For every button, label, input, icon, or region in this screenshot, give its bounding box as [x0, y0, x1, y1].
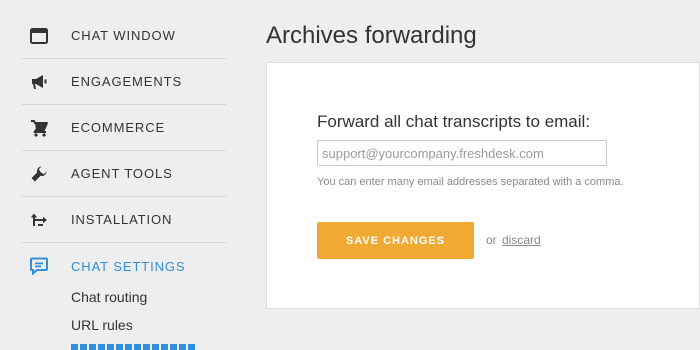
sidebar-item-label: AGENT TOOLS: [71, 166, 173, 181]
sidebar-item-installation[interactable]: INSTALLATION: [22, 197, 226, 243]
sidebar-item-label: ECOMMERCE: [71, 120, 166, 135]
sidebar-item-label: INSTALLATION: [71, 212, 173, 227]
megaphone-icon: [28, 71, 50, 93]
forward-email-label: Forward all chat transcripts to email:: [317, 112, 591, 131]
shopping-cart-icon: [28, 117, 50, 139]
archives-forwarding-card: Forward all chat transcripts to email: Y…: [266, 62, 700, 309]
sidebar: CHAT WINDOW ENGAGEMENTS ECOMMERCE AGENT …: [0, 0, 226, 350]
sidebar-item-label: CHAT WINDOW: [71, 28, 176, 43]
save-changes-button[interactable]: SAVE CHANGES: [317, 222, 474, 259]
page-title: Archives forwarding: [266, 22, 477, 49]
transfer-arrows-icon: [28, 209, 50, 231]
sidebar-subitem-url-rules[interactable]: URL rules: [71, 317, 133, 333]
sidebar-subitem-chat-routing[interactable]: Chat routing: [71, 289, 147, 305]
sidebar-item-label: ENGAGEMENTS: [71, 74, 183, 89]
sidebar-item-label: CHAT SETTINGS: [71, 258, 186, 274]
discard-link[interactable]: discard: [502, 233, 541, 247]
sidebar-item-ecommerce[interactable]: ECOMMERCE: [22, 105, 226, 151]
sidebar-item-chat-settings[interactable]: CHAT SETTINGS: [22, 243, 226, 289]
sidebar-subitem-archives-forwarding[interactable]: [71, 343, 196, 350]
chat-window-icon: [28, 25, 50, 47]
wrench-icon: [28, 163, 50, 185]
or-text: or: [486, 233, 497, 247]
chat-bubble-icon: [28, 255, 50, 277]
email-field[interactable]: [317, 140, 607, 166]
sidebar-item-chat-window[interactable]: CHAT WINDOW: [22, 13, 226, 59]
sidebar-item-engagements[interactable]: ENGAGEMENTS: [22, 59, 226, 105]
email-hint-text: You can enter many email addresses separ…: [317, 176, 624, 188]
sidebar-item-agent-tools[interactable]: AGENT TOOLS: [22, 151, 226, 197]
